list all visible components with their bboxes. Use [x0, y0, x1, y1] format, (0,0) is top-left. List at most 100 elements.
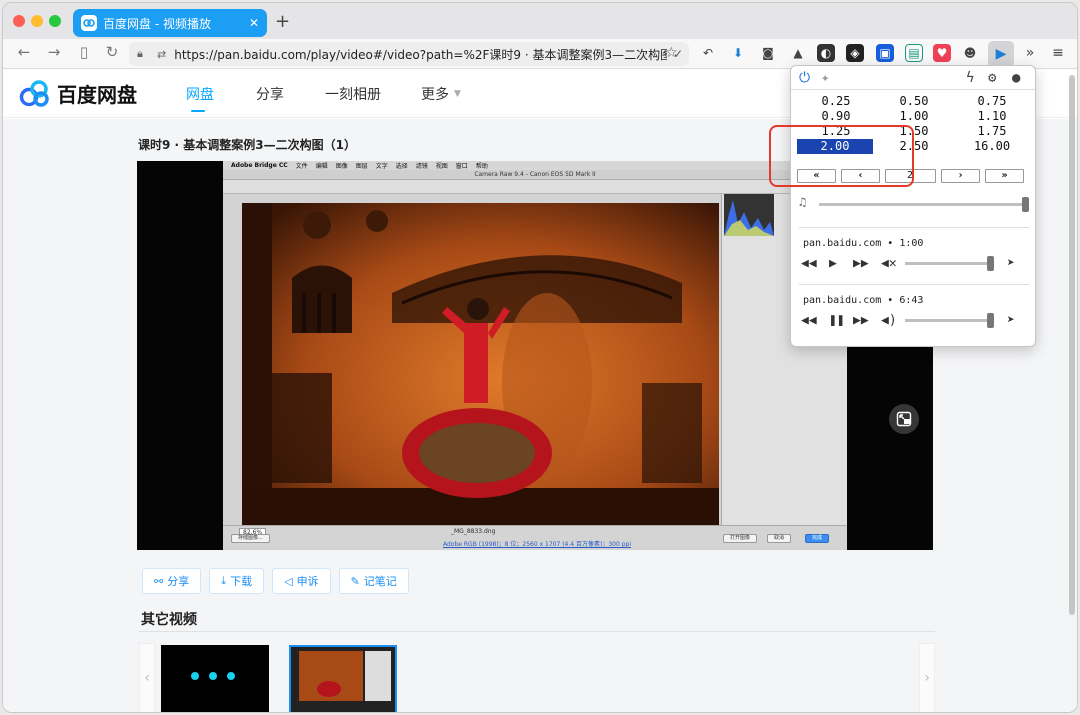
- music-note-icon: ♫: [799, 195, 807, 209]
- pocket-extension-icon[interactable]: ♥: [933, 44, 951, 62]
- page-scrollbar[interactable]: [1069, 75, 1075, 615]
- bitwarden-extension-icon[interactable]: ▣: [876, 44, 894, 62]
- pause-icon[interactable]: ❚❚: [829, 313, 845, 329]
- menu-hamburger-icon[interactable]: ≡: [1049, 44, 1067, 62]
- tab-active[interactable]: 百度网盘 - 视频播放 ✕: [73, 9, 267, 37]
- video-speed-extension-icon[interactable]: ▶: [988, 41, 1014, 67]
- share-button[interactable]: ⚯ 分享: [142, 568, 202, 594]
- volume-slider-track[interactable]: [905, 319, 989, 322]
- download-icon: ⤓: [221, 574, 227, 587]
- highlight-annotation: [769, 125, 914, 187]
- rewind-icon[interactable]: ◀◀: [801, 256, 817, 272]
- close-window-button[interactable]: [13, 15, 25, 27]
- speed-row: 0.90 1.00 1.10: [797, 109, 1031, 124]
- tab-close-icon[interactable]: ✕: [249, 16, 259, 30]
- rewind-icon[interactable]: ◀◀: [801, 313, 817, 329]
- menubar-item: 窗口: [455, 163, 468, 170]
- recorded-mac-menubar: Adobe Bridge CC 文件 编辑 图像 图层 文字 选择 滤镜 视图 …: [223, 161, 847, 170]
- panda-extension-icon[interactable]: ☻: [961, 44, 979, 62]
- cursor-select-icon[interactable]: ➤: [1007, 313, 1015, 329]
- nav-yike-album[interactable]: 一刻相册: [325, 84, 381, 104]
- pin-icon[interactable]: ✦: [821, 70, 829, 86]
- menubar-item: 文件: [295, 163, 308, 170]
- lightning-icon[interactable]: ϟ: [966, 70, 974, 86]
- speed-option[interactable]: 1.00: [875, 109, 953, 124]
- url-text[interactable]: https://pan.baidu.com/play/video#/video?…: [174, 46, 667, 63]
- appeal-button[interactable]: ◁ 申诉: [272, 568, 331, 594]
- pitch-slider-track[interactable]: [819, 203, 1025, 206]
- power-icon[interactable]: ⏻: [799, 70, 810, 86]
- open-image-button: 打开图像: [723, 534, 758, 543]
- video-thumbnail[interactable]: [161, 645, 269, 712]
- pen-icon: ✎: [350, 574, 360, 588]
- minimize-window-button[interactable]: [31, 15, 43, 27]
- baidu-pan-logo-icon: [19, 79, 49, 107]
- video-speed-popup: ⏻ ✦ ϟ ⚙ ● 0.25 0.50 0.75 0.90 1.00 1.10 …: [790, 65, 1036, 347]
- menubar-item: 图层: [355, 163, 368, 170]
- speed-option[interactable]: 0.75: [953, 94, 1031, 109]
- pitch-slider-handle[interactable]: [1022, 197, 1029, 212]
- more-chevron-down-icon[interactable]: ▼: [454, 89, 461, 99]
- picture-in-picture-button[interactable]: [889, 404, 919, 434]
- overflow-chevrons-icon[interactable]: »: [1021, 44, 1039, 62]
- volume-icon[interactable]: ◀): [881, 313, 897, 329]
- fast-forward-icon[interactable]: ▶▶: [853, 256, 869, 272]
- take-notes-button[interactable]: ✎ 记笔记: [338, 568, 409, 594]
- cancel-button: 取消: [767, 534, 792, 543]
- nav-active-indicator: [191, 110, 205, 112]
- incognito-extension-icon[interactable]: ◐: [817, 44, 835, 62]
- back-arrow-icon[interactable]: ←: [13, 43, 35, 61]
- forward-arrow-icon[interactable]: →: [43, 43, 65, 61]
- download-extension-icon[interactable]: ⬇: [729, 44, 747, 62]
- pitch-slider-row: ♫: [799, 195, 1031, 212]
- settings-gear-icon[interactable]: ⚙: [988, 70, 996, 86]
- reload-icon[interactable]: ↻: [101, 43, 123, 61]
- carousel-prev-button[interactable]: ‹: [139, 643, 155, 712]
- video-actions: ⚯ 分享 ⤓ 下载 ◁ 申诉 ✎ 记笔记: [142, 568, 409, 594]
- increase-speed-button[interactable]: ›: [941, 169, 980, 183]
- speed-option[interactable]: 1.75: [953, 124, 1031, 139]
- speed-option[interactable]: 16.00: [953, 139, 1031, 154]
- volume-muted-icon[interactable]: ◀✕: [881, 256, 897, 272]
- bookmark-star-icon[interactable]: ☆: [665, 45, 678, 61]
- nav-share[interactable]: 分享: [256, 84, 284, 104]
- speed-option[interactable]: 0.25: [797, 94, 875, 109]
- filename: _MG_8833.dng: [451, 528, 496, 535]
- dark-mode-extension-icon[interactable]: ◈: [846, 44, 864, 62]
- menubar-item: 编辑: [315, 163, 328, 170]
- fast-forward-icon[interactable]: ▶▶: [853, 313, 869, 329]
- histogram: [724, 194, 774, 236]
- permissions-icon[interactable]: ⇄: [157, 48, 166, 61]
- address-bar[interactable]: 🔒︎ ⇄ https://pan.baidu.com/play/video#/v…: [129, 42, 689, 66]
- cursor-select-icon[interactable]: ➤: [1007, 256, 1015, 272]
- nav-more[interactable]: 更多: [421, 84, 449, 104]
- megaphone-icon: ◁: [284, 574, 293, 588]
- undo-extension-icon[interactable]: ↶: [699, 44, 717, 62]
- nav-wangpan[interactable]: 网盘: [186, 84, 214, 104]
- speed-option[interactable]: 0.50: [875, 94, 953, 109]
- loading-dots: [191, 672, 235, 680]
- camera-raw-toolbar: [223, 180, 847, 194]
- carousel-next-button[interactable]: ›: [919, 643, 935, 712]
- video-title: 课时9 · 基本调整案例3—二次构图（1）: [138, 138, 356, 152]
- menubar-item: Adobe Bridge CC: [231, 162, 288, 169]
- github-icon[interactable]: ●: [1012, 70, 1020, 86]
- new-tab-button[interactable]: +: [275, 11, 290, 32]
- volume-slider-track[interactable]: [905, 262, 989, 265]
- save-extension-icon[interactable]: ▤: [905, 44, 923, 62]
- download-button[interactable]: ⤓ 下载: [209, 568, 265, 594]
- baidu-pan-logo[interactable]: 百度网盘: [19, 79, 137, 108]
- video-thumbnail-current[interactable]: [289, 645, 397, 712]
- increase-speed-large-button[interactable]: »: [985, 169, 1024, 183]
- rocket-extension-icon[interactable]: ▲: [789, 44, 807, 62]
- speed-option[interactable]: 1.10: [953, 109, 1031, 124]
- speed-option[interactable]: 0.90: [797, 109, 875, 124]
- lock-icon[interactable]: 🔒︎: [137, 47, 149, 61]
- maximize-window-button[interactable]: [49, 15, 61, 27]
- play-icon[interactable]: ▶: [829, 256, 837, 272]
- camera-extension-icon[interactable]: ◙: [759, 44, 777, 62]
- media-source-label: pan.baidu.com • 6:43: [803, 295, 924, 306]
- volume-slider-handle[interactable]: [987, 256, 994, 271]
- volume-slider-handle[interactable]: [987, 313, 994, 328]
- sidebar-toggle-icon[interactable]: ▯: [73, 43, 95, 61]
